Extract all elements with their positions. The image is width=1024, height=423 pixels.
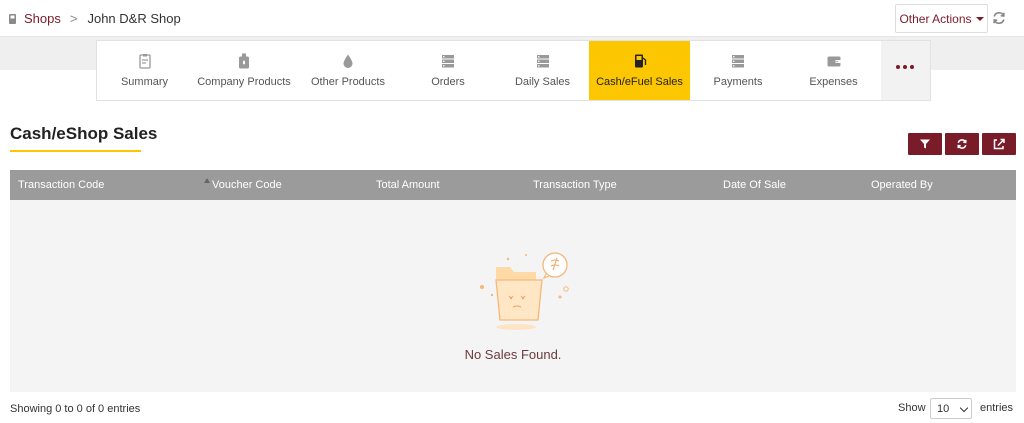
server-icon bbox=[442, 55, 454, 68]
tab-expenses[interactable]: Expenses bbox=[786, 41, 881, 100]
clipboard-icon bbox=[138, 54, 151, 69]
top-bar: Shops > John D&R Shop Other Actions bbox=[0, 0, 1024, 37]
empty-folder-icon bbox=[480, 252, 569, 330]
column-header-transaction-type[interactable]: Transaction Type bbox=[533, 179, 617, 191]
refresh-icon[interactable] bbox=[990, 9, 1008, 27]
tab-label: Daily Sales bbox=[514, 76, 571, 88]
other-actions-dropdown[interactable]: Other Actions bbox=[895, 4, 988, 33]
refresh-button[interactable] bbox=[945, 133, 979, 155]
pagination-info: Showing 0 to 0 of 0 entries bbox=[10, 403, 141, 415]
tab-label: Expenses bbox=[809, 76, 858, 88]
export-button[interactable] bbox=[982, 133, 1016, 155]
title-underline bbox=[10, 150, 141, 152]
table-body: No Sales Found. bbox=[10, 200, 1016, 392]
tab-other-products[interactable]: Other Products bbox=[296, 41, 400, 100]
tab-payments[interactable]: Payments bbox=[690, 41, 786, 100]
breadcrumb-separator: > bbox=[69, 11, 78, 26]
tab-daily-sales[interactable]: Daily Sales bbox=[496, 41, 589, 100]
column-header-operated-by[interactable]: Operated By bbox=[871, 179, 933, 191]
more-dots-icon bbox=[896, 65, 914, 69]
tab-label: Other Products bbox=[311, 76, 385, 88]
server-icon bbox=[536, 55, 549, 68]
filter-icon bbox=[920, 139, 930, 149]
column-header-date-of-sale[interactable]: Date Of Sale bbox=[723, 179, 786, 191]
breadcrumb: Shops > John D&R Shop bbox=[8, 11, 181, 26]
page-size-label: Show bbox=[898, 402, 926, 414]
tab-cash-efuel-sales[interactable]: Cash/eFuel Sales bbox=[589, 41, 690, 100]
page-title: Cash/eShop Sales bbox=[10, 124, 158, 143]
entries-label: entries bbox=[980, 402, 1014, 414]
column-header-voucher-code[interactable]: Voucher Code bbox=[212, 179, 282, 191]
tab-summary[interactable]: Summary bbox=[97, 41, 192, 100]
tab-label: Orders bbox=[431, 76, 465, 88]
tab-label: Company Products bbox=[197, 76, 291, 88]
column-header-transaction-code[interactable]: Transaction Code bbox=[18, 179, 104, 191]
breadcrumb-shops-link[interactable]: Shops bbox=[24, 11, 61, 26]
droplet-icon bbox=[343, 54, 353, 68]
wallet-icon bbox=[827, 56, 840, 67]
chevron-down-icon bbox=[959, 403, 969, 413]
tab-label: Summary bbox=[120, 76, 169, 88]
server-icon bbox=[732, 55, 744, 68]
empty-state-message: No Sales Found. bbox=[464, 347, 562, 362]
refresh-icon bbox=[957, 139, 967, 149]
sort-asc-icon[interactable] bbox=[204, 178, 210, 183]
page-size-select[interactable]: 10 bbox=[930, 398, 972, 419]
jerrycan-icon bbox=[239, 53, 249, 69]
page-size-value: 10 bbox=[937, 402, 950, 415]
tab-label: Payments bbox=[713, 76, 763, 88]
fuel-station-icon bbox=[9, 13, 16, 24]
share-icon bbox=[993, 138, 1005, 150]
tab-bar: Summary Company Products Other Products … bbox=[96, 40, 931, 101]
table-header: Transaction Code Voucher Code Total Amou… bbox=[10, 170, 1016, 200]
column-header-total-amount[interactable]: Total Amount bbox=[376, 179, 440, 191]
fuel-pump-icon bbox=[634, 54, 646, 68]
tab-company-products[interactable]: Company Products bbox=[192, 41, 296, 100]
tab-orders[interactable]: Orders bbox=[400, 41, 496, 100]
other-actions-label: Other Actions bbox=[899, 11, 972, 26]
filter-button[interactable] bbox=[908, 133, 942, 155]
breadcrumb-current: John D&R Shop bbox=[87, 11, 181, 26]
more-tabs-button[interactable] bbox=[881, 41, 930, 100]
tab-label: Cash/eFuel Sales bbox=[596, 76, 683, 88]
caret-down-icon bbox=[975, 16, 984, 21]
